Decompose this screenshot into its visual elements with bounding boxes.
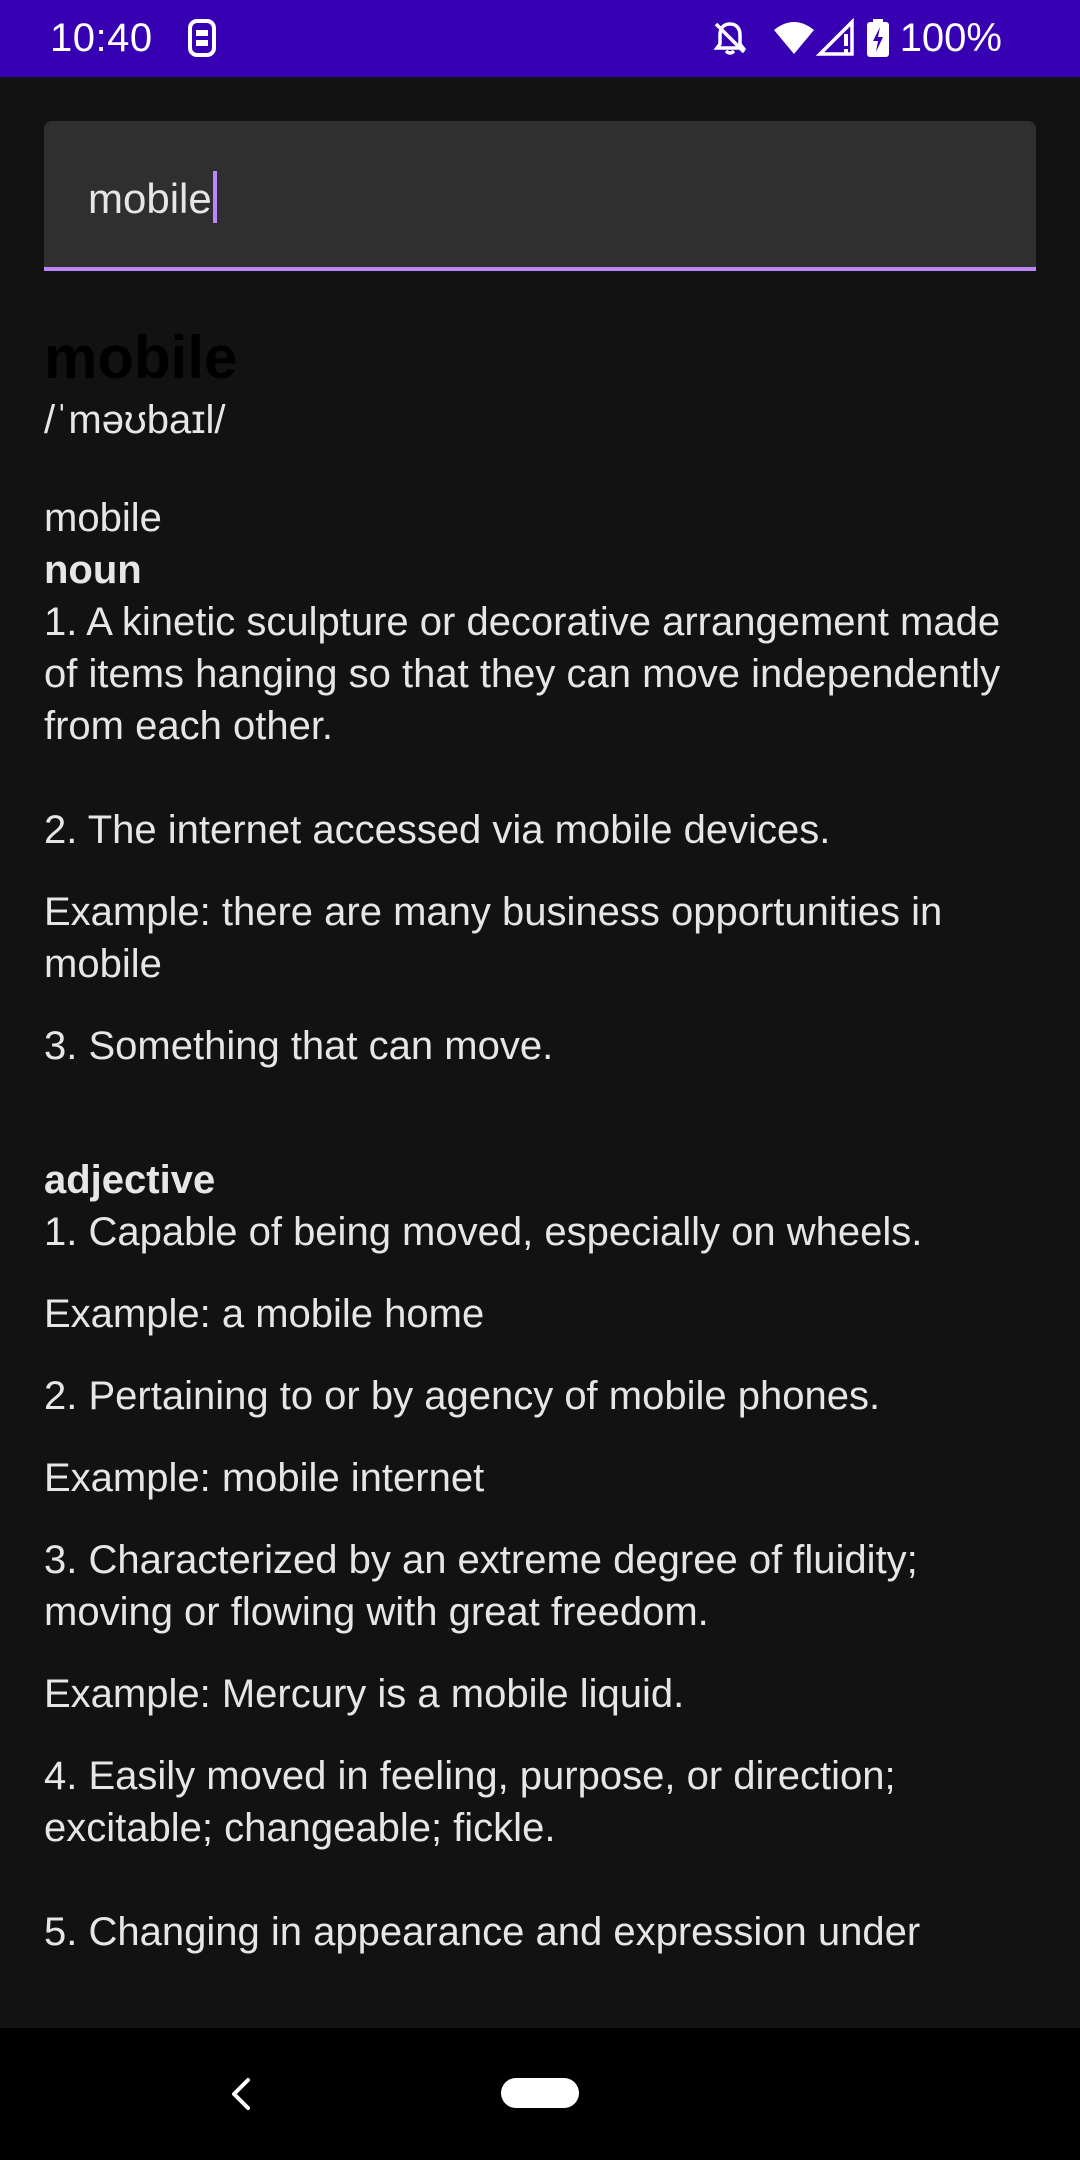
- wifi-icon: [772, 20, 816, 56]
- adjective-example-1: Example: a mobile home: [44, 1292, 485, 1336]
- word-title: mobile: [44, 324, 238, 391]
- adjective-definition-5: 5. Changing in appearance and expression…: [44, 1910, 921, 1954]
- noun-example-2: Example: there are many business opportu…: [44, 890, 943, 986]
- adjective-definition-4: 4. Easily moved in feeling, purpose, or …: [44, 1754, 896, 1850]
- adjective-definition-3: 3. Characterized by an extreme degree of…: [44, 1538, 918, 1634]
- text-cursor: [212, 171, 217, 223]
- noun-definition-3: 3. Something that can move.: [44, 1024, 554, 1068]
- content-bottom-edge: [0, 1982, 1080, 2028]
- noun-definition-1: 1. A kinetic sculpture or decorative arr…: [44, 600, 1001, 748]
- search-input-value: mobile: [88, 175, 212, 222]
- status-bar: 10:40 100%: [0, 0, 1080, 77]
- bell-off-icon: [710, 18, 750, 58]
- home-button[interactable]: [501, 2078, 579, 2108]
- adjective-example-3: Example: Mercury is a mobile liquid.: [44, 1672, 685, 1716]
- screen: 10:40 100% mobile mobile /ˈməʊbaɪl/ mobi…: [0, 0, 1080, 2160]
- back-icon[interactable]: [222, 2074, 262, 2114]
- adjective-definition-1: 1. Capable of being moved, especially on…: [44, 1210, 923, 1254]
- status-icons: 100%: [710, 14, 1002, 62]
- entry-word: mobile: [44, 496, 162, 540]
- part-of-speech-noun: noun: [44, 548, 142, 592]
- search-input[interactable]: mobile: [88, 169, 217, 229]
- adjective-definition-2: 2. Pertaining to or by agency of mobile …: [44, 1374, 881, 1418]
- navigation-bar: [0, 2028, 1080, 2160]
- adjective-example-2: Example: mobile internet: [44, 1456, 485, 1500]
- sim-card-icon: [186, 18, 218, 58]
- phonetic: /ˈməʊbaɪl/: [44, 398, 226, 442]
- definition-content[interactable]: mobile /ˈməʊbaɪl/ mobile noun 1. A kinet…: [44, 322, 1036, 1982]
- noun-definition-2: 2. The internet accessed via mobile devi…: [44, 808, 831, 852]
- signal-icon: [815, 18, 856, 58]
- status-time: 10:40: [50, 16, 153, 60]
- part-of-speech-adjective: adjective: [44, 1158, 216, 1202]
- search-field[interactable]: mobile: [44, 121, 1036, 271]
- battery-charging-icon: [866, 18, 890, 58]
- battery-percentage: 100%: [899, 16, 1002, 60]
